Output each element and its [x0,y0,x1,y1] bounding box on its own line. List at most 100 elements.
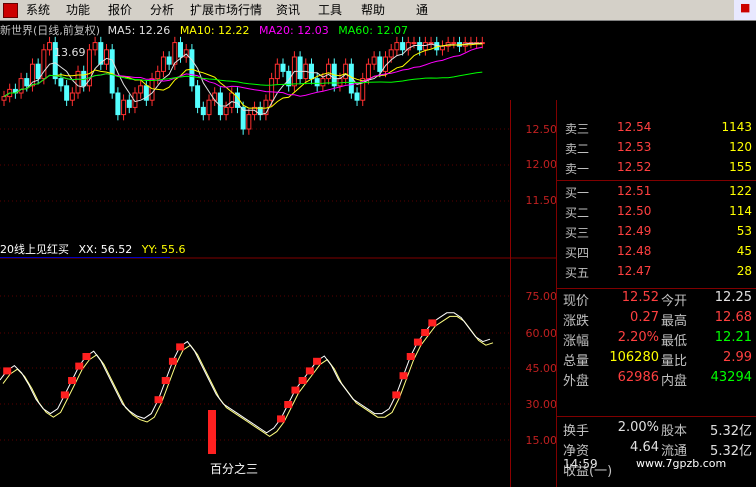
candle-body [160,56,166,72]
quote-label: 总量 [563,354,590,369]
order-book-row[interactable]: 买三 12.49 53 [565,222,756,242]
candle-body [320,78,326,87]
buy-signal-marker [298,377,307,384]
quote-row: 外盘 62986 内盘 43294 [563,368,756,389]
candle-body [280,63,286,72]
quote-value: 2.99 [723,350,752,365]
candle-body [98,42,104,65]
candle-body [343,63,349,80]
right-panel-divider [556,100,557,487]
order-book-volume: 45 [736,244,752,258]
candle-body [69,92,75,101]
quote-value: 12.52 [621,290,659,305]
quote-value: 12.25 [714,290,752,305]
order-book-row[interactable]: 买四 12.48 45 [565,242,756,262]
chart-title: 新世界(日线,前复权) MA5: 12.26 MA10: 12.22 MA20:… [0,22,408,38]
quote-row: 净资 4.64 流通 5.32亿 [563,438,756,459]
ind-tick-75: 75.00 [525,290,558,303]
candle-body [1,96,7,101]
candle-body [428,42,434,45]
candle-body [206,99,212,116]
buy-signal-marker [399,372,408,380]
candle-body [223,106,229,116]
buy-signal-marker [168,357,177,365]
ind-tick-15: 15.00 [525,434,558,447]
candle-body [155,70,161,80]
buy-signal-marker [284,401,293,408]
candle-body [269,78,275,101]
order-book-volume: 122 [729,184,752,198]
buy-signal-marker [161,377,170,384]
quote-label: 今开 [661,294,688,309]
order-book-label: 买二 [565,206,590,220]
order-book-separator [557,180,756,181]
order-book-label: 卖二 [565,142,590,156]
price-tick-1150: 11.50 [525,194,558,207]
candle-body [354,92,360,101]
order-book-label: 卖三 [565,122,590,136]
order-book-row[interactable]: 买一 12.51 122 [565,182,756,202]
quote-label: 外盘 [563,374,590,389]
indicator-divider [0,257,170,258]
menu-right-panel[interactable]: ■ [734,0,756,20]
order-book-row[interactable]: 卖一 12.52 155 [565,158,756,178]
candle-body [166,56,172,65]
candle-body [422,42,428,51]
candle-body [326,63,332,80]
order-book-volume: 155 [729,160,752,174]
buy-signal-marker [154,396,163,404]
order-book-row[interactable]: 卖二 12.53 120 [565,138,756,158]
quote-row: 涨幅 2.20% 最低 12.21 [563,328,756,349]
order-book-price: 12.48 [617,244,652,258]
signal-bar [208,410,216,454]
buy-signal-marker [406,353,415,360]
yy-line [2,315,494,438]
candle-body [172,42,178,65]
xx-line [0,312,491,434]
quote-label: 涨幅 [563,334,590,349]
quote-label: 量比 [661,354,688,369]
quote-separator-2 [557,416,756,417]
quote-row: 总量 106280 量比 2.99 [563,348,756,369]
candle-body [178,42,184,58]
order-book-price: 12.47 [617,264,652,278]
candle-body [200,106,206,116]
order-book-price: 12.53 [617,140,652,154]
buy-signal-marker [291,386,300,394]
candle-body [377,56,383,72]
candle-body [451,42,457,45]
candle-body [417,42,423,51]
candle-body [92,42,98,51]
order-book-price: 12.50 [617,204,652,218]
quote-value: 0.27 [630,310,659,325]
buy-signal-marker [60,391,69,399]
order-book-row[interactable]: 卖三 12.54 1143 [565,118,756,138]
price-tick-1250: 12.50 [525,123,558,136]
order-book-price: 12.49 [617,224,652,238]
order-book-row[interactable]: 买五 12.47 28 [565,262,756,282]
ind-tick-60: 60.00 [525,327,558,340]
buy-signal-marker [421,329,430,336]
candle-body [274,63,280,80]
order-book-volume: 1143 [721,120,752,134]
ma5-legend: MA5: 12.26 [107,24,171,37]
candle-body [297,56,303,80]
candle-body [365,63,371,80]
buy-signal-marker [428,319,437,327]
buy-signal-marker [413,338,422,346]
ma10-legend: MA10: 12.22 [179,24,250,37]
candle-body [217,92,223,116]
quote-value: 2.20% [617,330,659,345]
candle-body [411,42,417,45]
order-book-row[interactable]: 买二 12.50 114 [565,202,756,222]
candle-body [58,78,64,87]
quote-row: 涨跌 0.27 最高 12.68 [563,308,756,329]
quote-value: 4.64 [630,440,659,455]
close-icon[interactable]: ■ [740,1,750,14]
ind-tick-45: 45.00 [525,362,558,375]
ma20-legend: MA20: 12.03 [259,24,329,37]
watermark: www.7gpzb.com [636,457,727,470]
order-book-volume: 120 [729,140,752,154]
buy-signal-marker [176,343,185,351]
indicator-xx: XX: 56.52 [78,243,133,256]
